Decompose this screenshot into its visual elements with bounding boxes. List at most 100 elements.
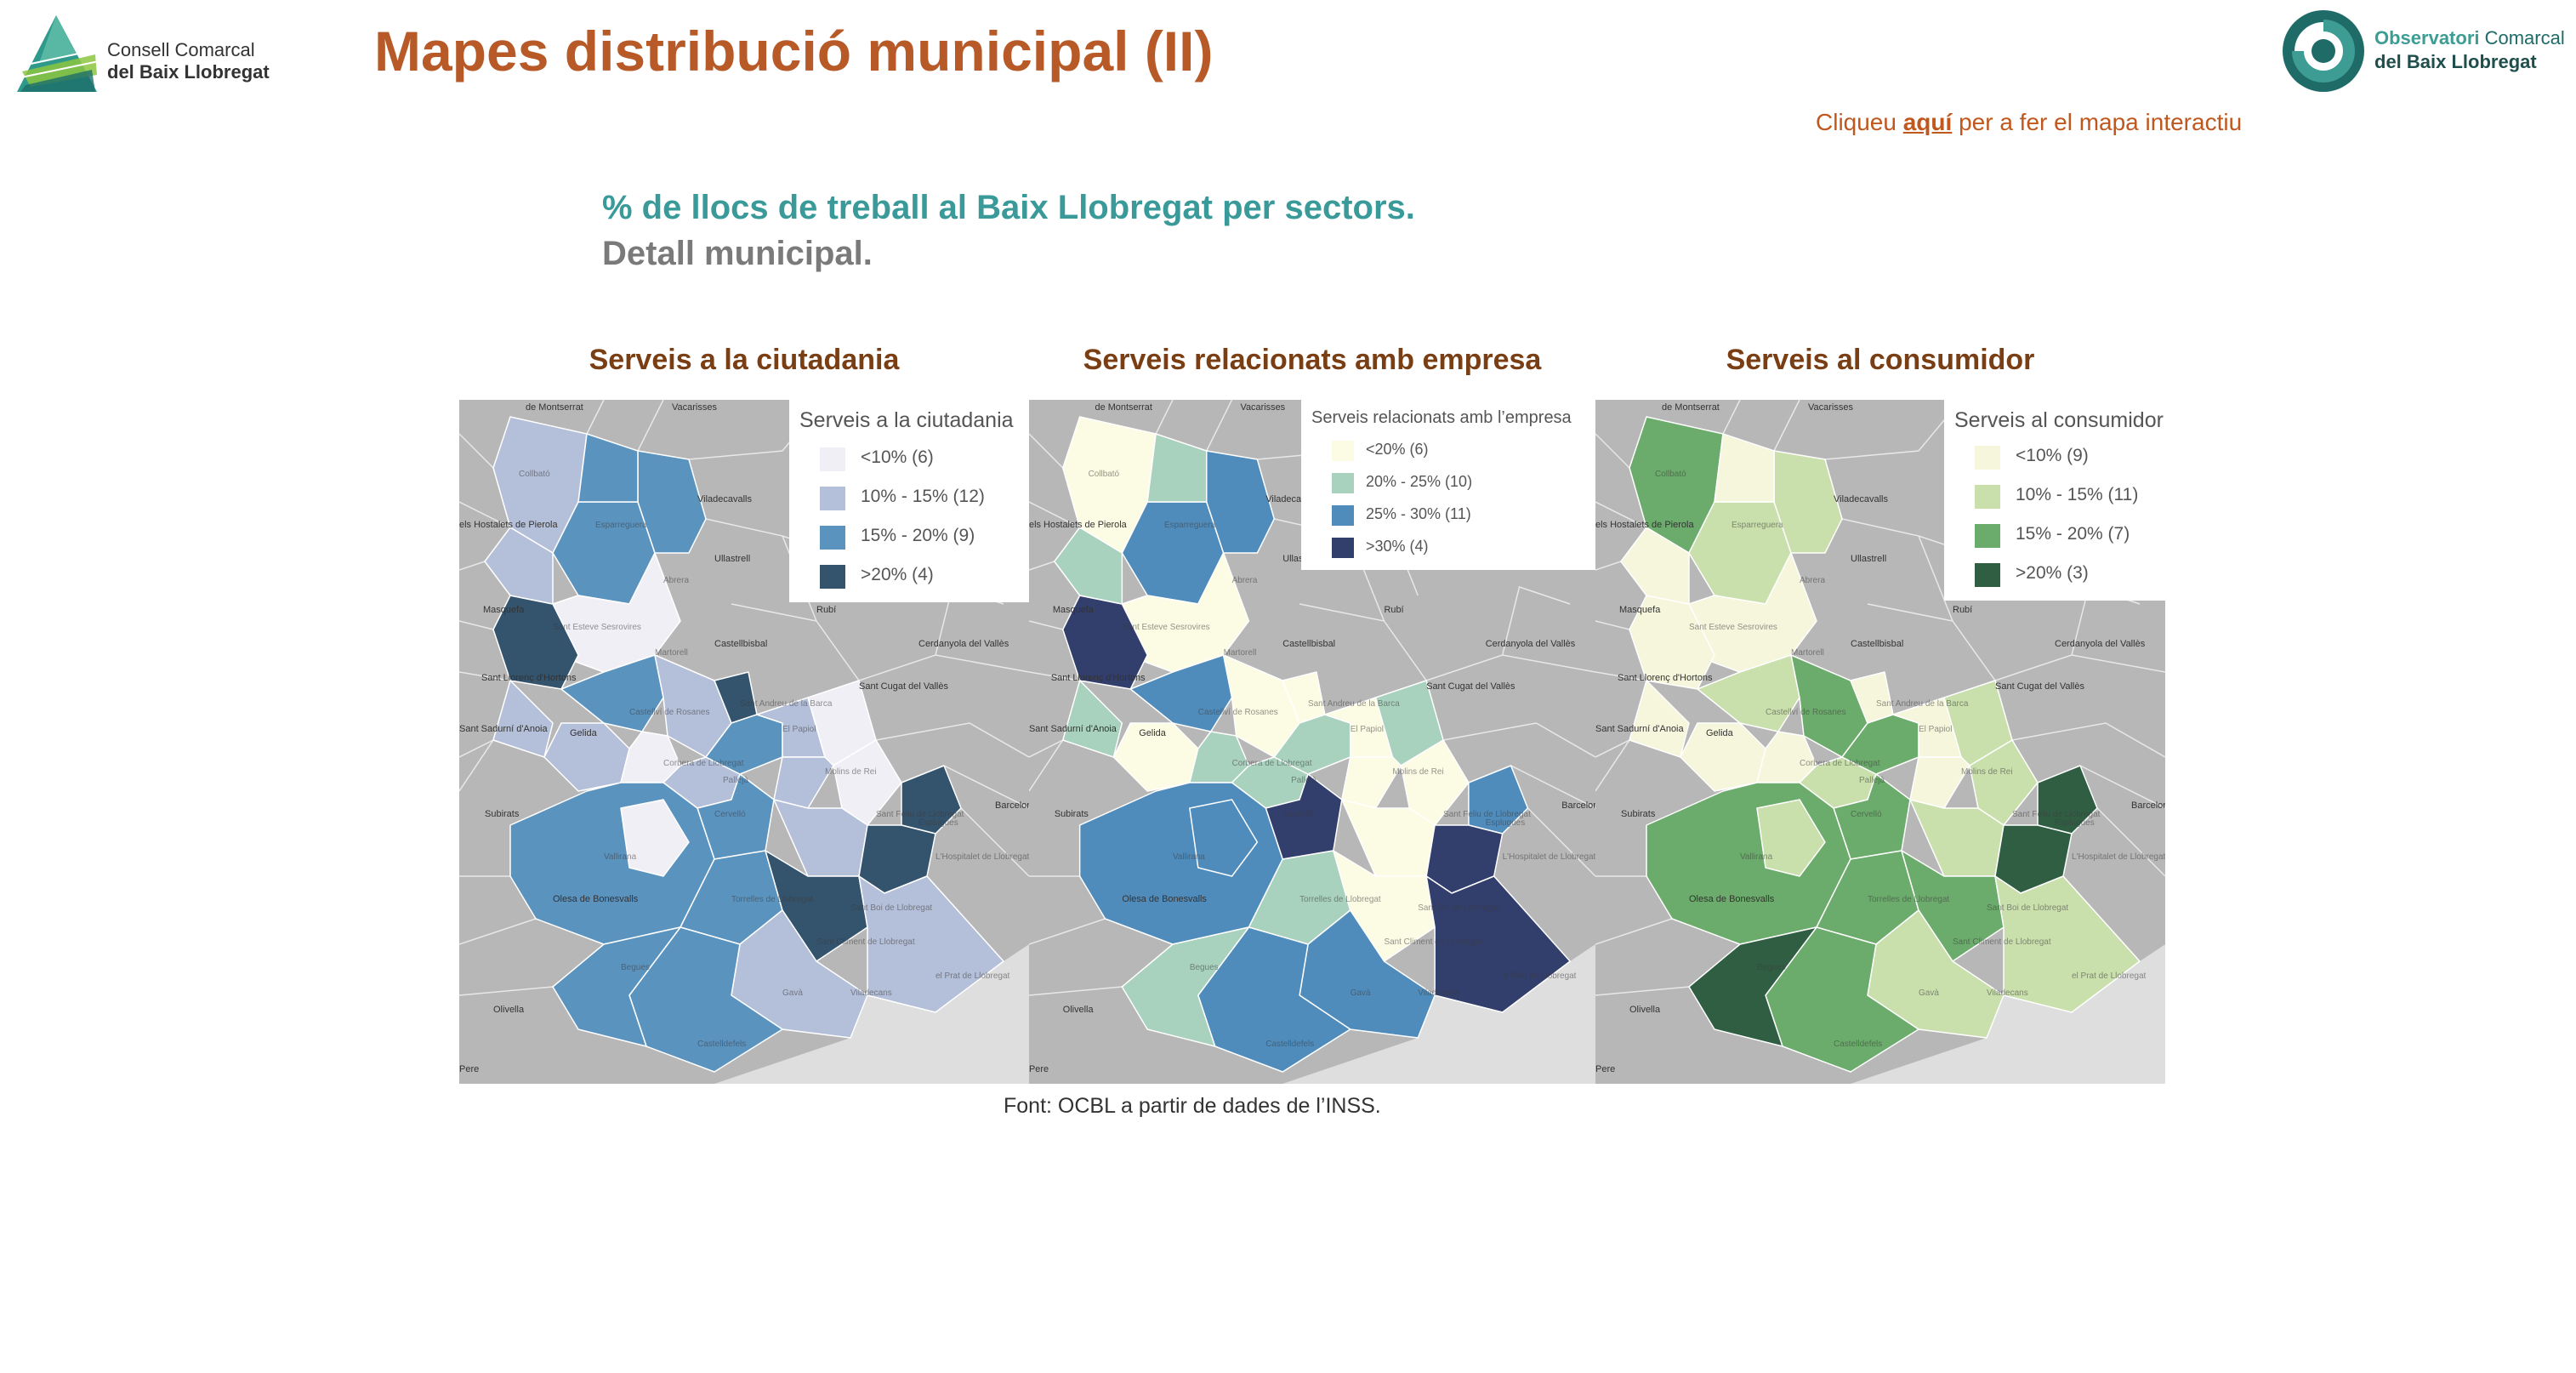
observatori-logo: Observatori Comarcal del Baix Llobregat bbox=[2279, 7, 2568, 92]
place-label: Rubí bbox=[1953, 605, 1972, 615]
map-title-empresa: Serveis relacionats amb empresa bbox=[1083, 344, 1542, 376]
place-label: Cerdanyola del Vallès bbox=[2055, 639, 2146, 649]
municipality-label: Sant Esteve Sesrovires bbox=[1689, 623, 1777, 632]
municipality-label: Castelldefels bbox=[1265, 1040, 1314, 1049]
municipality-label: Cervelló bbox=[1282, 810, 1314, 819]
municipality-label: Gavà bbox=[1351, 988, 1371, 998]
place-label: Cerdanyola del Vallès bbox=[918, 639, 1009, 649]
place-label: Barcelona bbox=[995, 800, 1029, 811]
place-label: de Montserrat bbox=[526, 402, 583, 413]
municipality-label: Martorell bbox=[1224, 648, 1257, 658]
place-label: Viladecavalls bbox=[697, 494, 753, 504]
chart-subtitle-detail: Detall municipal. bbox=[602, 235, 873, 272]
municipality-label: Esplugues bbox=[1486, 818, 1525, 828]
municipality-label: Abrera bbox=[1232, 576, 1258, 585]
logo-mountain-icon bbox=[16, 15, 100, 92]
legend-ciutadania: Serveis a la ciutadania <10% (6) 10% - 1… bbox=[789, 400, 1029, 602]
chart-subtitle: % de llocs de treball al Baix Llobregat … bbox=[602, 189, 1415, 226]
municipality-label: Sant Esteve Sesrovires bbox=[553, 623, 641, 632]
municipality-label: Sant Esteve Sesrovires bbox=[1122, 623, 1209, 632]
place-label: Ullastrell bbox=[714, 554, 750, 564]
municipality-label: Molins de Rei bbox=[1392, 767, 1443, 777]
place-label: Olivella bbox=[493, 1005, 525, 1015]
municipality-label: Collbató bbox=[1089, 470, 1120, 479]
municipality-label: Collbató bbox=[519, 470, 550, 479]
place-label: Olivella bbox=[1063, 1005, 1095, 1015]
map-empresa: de Montserrat Vacarisses els Hostalets de … bbox=[1029, 400, 1595, 1084]
place-label: Masquefa bbox=[1619, 605, 1661, 615]
map-title-consumidor: Serveis al consumidor bbox=[1726, 344, 2035, 376]
municipality-label: Castellví de Rosanes bbox=[1766, 708, 1846, 717]
place-label: Olivella bbox=[1629, 1005, 1661, 1015]
place-label: Rubí bbox=[1384, 605, 1403, 615]
map-title-ciutadania: Serveis a la ciutadania bbox=[589, 344, 900, 376]
place-label: Ullastrell bbox=[1851, 554, 1886, 564]
place-label: Sant Llorenç d'Hortons bbox=[1618, 673, 1713, 683]
municipality-label: Torrelles de Llobregat bbox=[1868, 895, 1949, 904]
municipality-label: Sant Andreu de la Barca bbox=[1308, 699, 1400, 709]
municipality-label: Pallejà bbox=[1291, 776, 1316, 785]
place-label: Vacarisses bbox=[1808, 402, 1853, 413]
municipality-label: Sant Climent de Llobregat bbox=[1384, 937, 1481, 947]
left-logo-line1: Consell Comarcal bbox=[107, 39, 255, 60]
municipality-label: Begues bbox=[621, 963, 650, 972]
municipality-label: Martorell bbox=[1791, 648, 1824, 658]
place-label: Sant Sadurní d'Anoia bbox=[459, 724, 549, 734]
place-label: Subirats bbox=[1621, 809, 1656, 819]
municipality-label: Sant Climent de Llobregat bbox=[816, 937, 915, 947]
municipality-label: el Prat de Llobregat bbox=[935, 971, 1010, 981]
page-title: Mapes distribució municipal (II) bbox=[374, 20, 1214, 83]
municipality-label: Pallejà bbox=[723, 776, 748, 785]
place-label: Olesa de Bonesvalls bbox=[1122, 894, 1207, 904]
legend-title: Serveis al consumidor bbox=[1954, 408, 2164, 432]
legend-empresa: Serveis relacionats amb l’empresa <20% (… bbox=[1301, 400, 1595, 570]
municipality-label: Sant Boi de Llobregat bbox=[850, 903, 932, 913]
municipality-label: Esparreguera bbox=[595, 521, 647, 530]
municipality-label: Viladecans bbox=[850, 988, 892, 998]
map-consumidor: de Montserrat Vacarisses els Hostalets de … bbox=[1595, 400, 2165, 1084]
place-label: Subirats bbox=[1055, 809, 1089, 819]
legend-title: Serveis a la ciutadania bbox=[799, 408, 1014, 432]
place-label: de Montserrat bbox=[1095, 402, 1152, 413]
place-label: Castellbisbal bbox=[1282, 639, 1335, 649]
place-label: els Hostalets de Pierola bbox=[1029, 520, 1128, 530]
right-logo-line1: Observatori Comarcal bbox=[2374, 27, 2565, 48]
municipality-label: Gavà bbox=[782, 988, 803, 998]
consell-comarcal-logo: Consell Comarcal del Baix Llobregat bbox=[14, 12, 294, 97]
municipality-label: Abrera bbox=[663, 576, 689, 585]
municipality-label: Vallirana bbox=[1740, 852, 1773, 862]
legend-title: Serveis relacionats amb l’empresa bbox=[1311, 408, 1572, 427]
place-label: els Hostalets de Pierola bbox=[459, 520, 558, 530]
municipality-label: L'Hospitalet de Llobregat bbox=[935, 852, 1029, 862]
legend-consumidor: Serveis al consumidor <10% (9) 10% - 15%… bbox=[1944, 400, 2165, 601]
municipality-label: Abrera bbox=[1800, 576, 1825, 585]
municipality-label: Castelldefels bbox=[1834, 1040, 1882, 1049]
place-label: Vacarisses bbox=[1241, 402, 1286, 413]
place-label: Gelida bbox=[1139, 728, 1166, 738]
municipality-label: Begues bbox=[1190, 963, 1219, 972]
place-label: Barcelona bbox=[2131, 800, 2165, 811]
municipality-label: Esplugues bbox=[918, 818, 958, 828]
source-note: Font: OCBL a partir de dades de l’INSS. bbox=[1004, 1094, 1381, 1118]
place-label: Subirats bbox=[485, 809, 520, 819]
municipality-label: L'Hospitalet de Llobregat bbox=[1503, 852, 1595, 862]
municipality-label: El Papiol bbox=[782, 725, 816, 734]
map-ciutadania: de Montserrat Vacarisses els Hostalets de … bbox=[459, 400, 1029, 1084]
municipality-label: Begues bbox=[1757, 963, 1786, 972]
place-label: Sant Llorenç d'Hortons bbox=[481, 673, 577, 683]
municipality-label: Gavà bbox=[1919, 988, 1939, 998]
place-label: Rubí bbox=[816, 605, 836, 615]
place-label: Gelida bbox=[1706, 728, 1734, 738]
place-label: els Hostalets de Pierola bbox=[1595, 520, 1694, 530]
place-label: Barcelona bbox=[1561, 800, 1595, 811]
place-label: Sant Llorenç d'Hortons bbox=[1051, 673, 1146, 683]
interactive-map-link[interactable]: aquí bbox=[1903, 109, 1953, 135]
municipality-label: el Prat de Llobregat bbox=[1503, 971, 1577, 981]
municipality-label: Corbera de Llobregat bbox=[663, 759, 744, 768]
municipality-label: el Prat de Llobregat bbox=[2072, 971, 2147, 981]
municipality-label: Molins de Rei bbox=[825, 767, 877, 777]
place-label: Sant Sadurní d'Anoia bbox=[1029, 724, 1117, 734]
municipality-label: Corbera de Llobregat bbox=[1800, 759, 1880, 768]
place-label: Cerdanyola del Vallès bbox=[1486, 639, 1576, 649]
place-label: Viladecavalls bbox=[1834, 494, 1889, 504]
